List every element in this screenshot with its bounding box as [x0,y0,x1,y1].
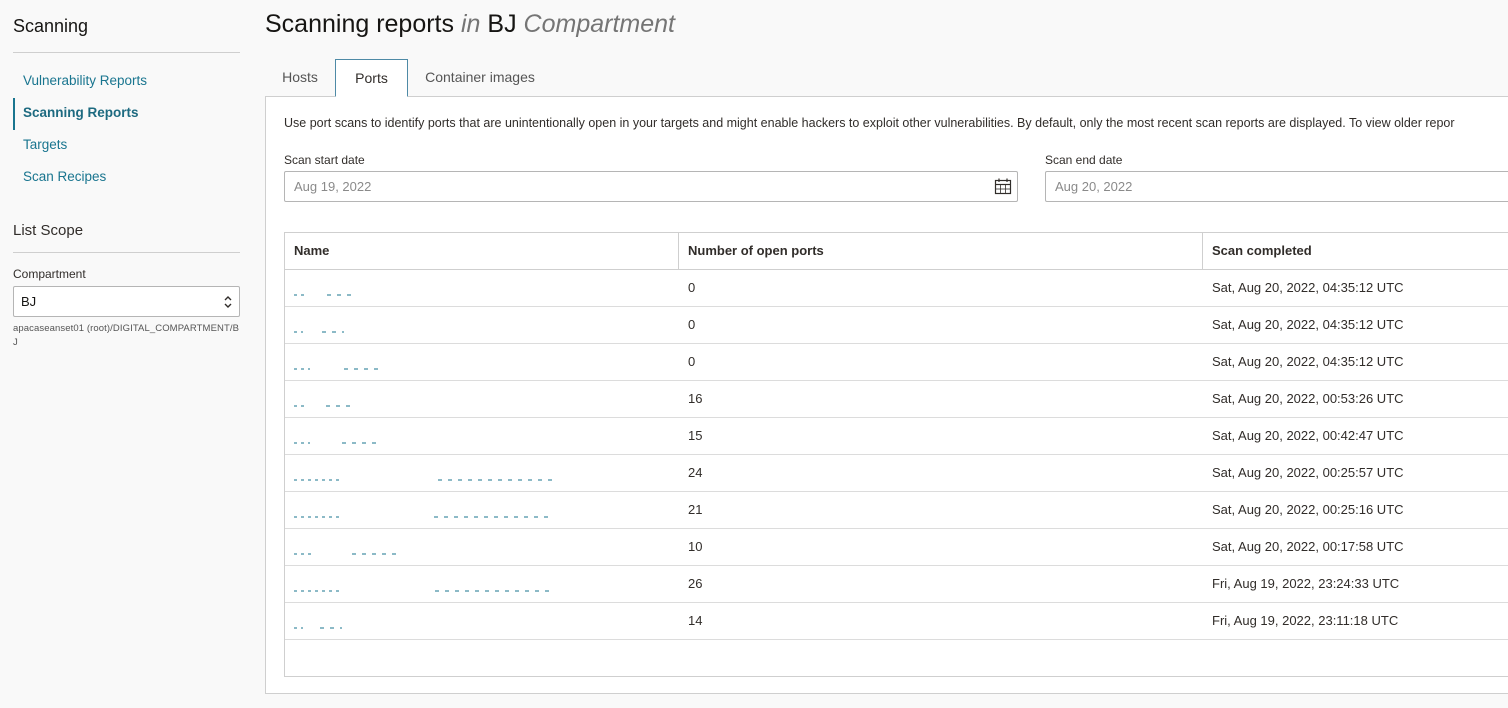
name-cell [285,344,679,380]
scan-completed-cell: Fri, Aug 19, 2022, 23:24:33 UTC [1212,576,1400,591]
open-ports-cell: 16 [688,391,703,406]
compartment-value: BJ [21,294,37,309]
report-name-link[interactable] [294,279,354,299]
table-body: 0 Sat, Aug 20, 2022, 04:35:12 UTC 0 Sat, Au… [285,270,1508,640]
report-name-link[interactable] [294,353,384,373]
report-name-link[interactable] [294,575,550,595]
table-row: 16 Sat, Aug 20, 2022, 00:53:26 UTC [285,381,1508,418]
divider [13,252,240,253]
sidebar-item-vulnerability-reports[interactable]: Vulnerability Reports [13,66,240,98]
sidebar-title: Scanning [13,16,89,36]
table-empty-row [285,640,1508,676]
report-name-link[interactable] [294,390,352,410]
compartment-select[interactable]: BJ [13,286,240,317]
open-ports-cell: 0 [688,354,696,369]
table-row: 21 Sat, Aug 20, 2022, 00:25:16 UTC [285,492,1508,529]
table-header: Name Number of open ports Scan completed [285,233,1508,270]
column-header-scan-completed[interactable]: Scan completed [1203,233,1508,269]
scan-completed-cell: Sat, Aug 20, 2022, 00:25:57 UTC [1212,465,1404,480]
open-ports-cell: 24 [688,465,703,480]
table-row: 26 Fri, Aug 19, 2022, 23:24:33 UTC [285,566,1508,603]
scan-start-date-input[interactable]: Aug 19, 2022 [284,171,1018,202]
name-cell [285,418,679,454]
name-cell [285,603,679,639]
name-cell [285,566,679,602]
scan-completed-cell: Sat, Aug 20, 2022, 04:35:12 UTC [1212,354,1404,369]
table-row: 24 Sat, Aug 20, 2022, 00:25:57 UTC [285,455,1508,492]
sidebar-nav: Vulnerability Reports Scanning Reports T… [13,66,240,194]
open-ports-cell: 21 [688,502,703,517]
tab-ports[interactable]: Ports [335,59,408,97]
scan-completed-cell: Fri, Aug 19, 2022, 23:11:18 UTC [1212,613,1399,628]
name-cell [285,270,679,306]
compartment-label: Compartment [13,267,86,281]
chevron-up-down-icon [224,296,232,308]
scan-completed-cell: Sat, Aug 20, 2022, 00:53:26 UTC [1212,391,1404,406]
scan-start-label: Scan start date [284,153,365,167]
scan-end-value: Aug 20, 2022 [1055,179,1133,194]
calendar-icon[interactable] [994,178,1012,195]
name-cell [285,381,679,417]
table-row: 0 Sat, Aug 20, 2022, 04:35:12 UTC [285,307,1508,344]
open-ports-cell: 0 [688,317,696,332]
tab-hosts[interactable]: Hosts [265,59,335,95]
ports-panel: Use port scans to identify ports that ar… [265,96,1508,694]
scan-completed-cell: Sat, Aug 20, 2022, 04:35:12 UTC [1212,317,1404,332]
report-name-link[interactable] [294,427,382,447]
table-row: 14 Fri, Aug 19, 2022, 23:11:18 UTC [285,603,1508,640]
table-row: 10 Sat, Aug 20, 2022, 00:17:58 UTC [285,529,1508,566]
scan-end-date-input[interactable]: Aug 20, 2022 [1045,171,1508,202]
scan-completed-cell: Sat, Aug 20, 2022, 00:42:47 UTC [1212,428,1404,443]
report-name-link[interactable] [294,501,549,521]
divider [13,52,240,53]
scan-end-label: Scan end date [1045,153,1123,167]
sidebar: Scanning Vulnerability Reports Scanning … [0,0,252,708]
name-cell [285,529,679,565]
tab-container-images[interactable]: Container images [415,59,545,95]
open-ports-cell: 15 [688,428,703,443]
table-row: 0 Sat, Aug 20, 2022, 04:35:12 UTC [285,270,1508,307]
scan-reports-table: Name Number of open ports Scan completed… [284,232,1508,677]
name-cell [285,492,679,528]
compartment-path: apacaseanset01 (root)/DIGITAL_COMPARTMEN… [13,323,240,348]
open-ports-cell: 10 [688,539,703,554]
table-row: 0 Sat, Aug 20, 2022, 04:35:12 UTC [285,344,1508,381]
scan-start-value: Aug 19, 2022 [294,179,372,194]
table-row: 15 Sat, Aug 20, 2022, 00:42:47 UTC [285,418,1508,455]
column-header-name[interactable]: Name [285,233,679,269]
page-title: Scanning reports in BJ Compartment [265,10,675,38]
open-ports-cell: 0 [688,280,696,295]
sidebar-item-scan-recipes[interactable]: Scan Recipes [13,162,240,194]
column-header-open-ports[interactable]: Number of open ports [679,233,1203,269]
scan-completed-cell: Sat, Aug 20, 2022, 00:17:58 UTC [1212,539,1404,554]
report-name-link[interactable] [294,612,342,632]
report-name-link[interactable] [294,464,556,484]
report-name-link[interactable] [294,538,399,558]
name-cell [285,455,679,491]
sidebar-item-targets[interactable]: Targets [13,130,240,162]
scan-completed-cell: Sat, Aug 20, 2022, 04:35:12 UTC [1212,280,1404,295]
open-ports-cell: 14 [688,613,703,628]
panel-description: Use port scans to identify ports that ar… [284,116,1455,130]
sidebar-item-scanning-reports[interactable]: Scanning Reports [13,98,240,130]
name-cell [285,307,679,343]
scan-completed-cell: Sat, Aug 20, 2022, 00:25:16 UTC [1212,502,1404,517]
report-name-link[interactable] [294,316,344,336]
list-scope-title: List Scope [13,222,84,239]
open-ports-cell: 26 [688,576,703,591]
